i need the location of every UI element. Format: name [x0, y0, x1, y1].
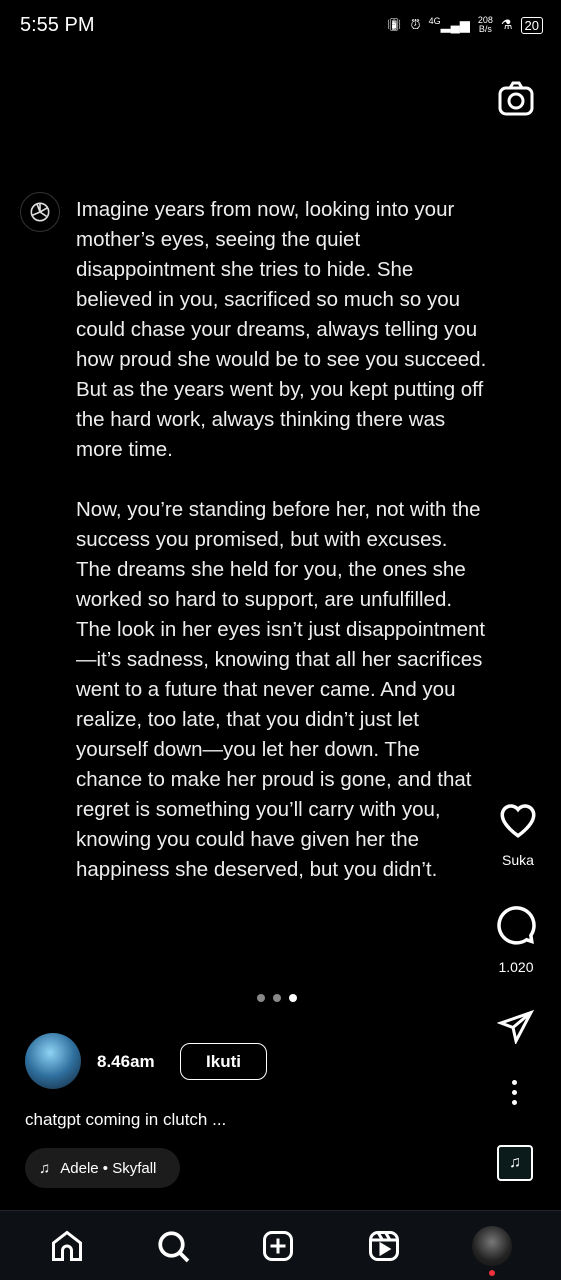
carousel-indicator	[257, 994, 297, 1002]
music-note-icon: ♫	[39, 1159, 51, 1177]
comment-count: 1.020	[498, 959, 534, 975]
more-options-icon[interactable]	[512, 1080, 518, 1105]
profile-avatar[interactable]	[472, 1225, 513, 1276]
audio-thumbnail-icon[interactable]: ♫	[497, 1145, 533, 1181]
text-line: went to a future that never came. And yo…	[76, 678, 456, 701]
text-line: chance to make her proud is gone, and th…	[76, 768, 472, 791]
paragraph-1: Imagine years from now, looking into you…	[76, 195, 546, 465]
text-line: knowing you could have given her the	[76, 828, 420, 851]
text-line: how proud she would be to see you succee…	[76, 348, 487, 371]
paragraph-2: Now, you’re standing before her, not wit…	[76, 495, 546, 885]
text-line: The look in her eyes isn’t just disappoi…	[76, 618, 486, 641]
like-button[interactable]: Suka	[497, 800, 539, 868]
text-line: could chase your dreams, always telling …	[76, 318, 478, 341]
bottom-nav	[0, 1210, 561, 1280]
text-line: disappointment she tries to hide. She	[76, 258, 414, 281]
alarm-icon: ⏰︎	[410, 17, 421, 32]
text-line: realize, too late, that you didn’t just …	[76, 708, 420, 731]
signal-icon: 4G▂▄▆	[428, 16, 470, 33]
text-line: The dreams she held for you, the ones sh…	[76, 558, 466, 581]
send-icon	[497, 1009, 535, 1044]
create-icon[interactable]	[260, 1228, 296, 1264]
share-button[interactable]	[497, 1008, 535, 1044]
follow-button[interactable]: Ikuti	[180, 1043, 267, 1080]
text-line: believed in you, sacrificed so much so y…	[76, 288, 461, 311]
text-line: success you promised, but with excuses.	[76, 528, 448, 551]
chatgpt-logo-icon	[20, 192, 60, 232]
post-text: Imagine years from now, looking into you…	[76, 195, 546, 915]
music-pill[interactable]: ♫ Adele • Skyfall	[25, 1148, 181, 1188]
comment-icon	[497, 906, 536, 945]
text-line: regret is something you’ll carry with yo…	[76, 798, 441, 821]
text-line: Imagine years from now, looking into you…	[76, 198, 455, 221]
text-line: yourself down—you let her down. The	[76, 738, 420, 761]
comment-button[interactable]: 1.020	[495, 903, 537, 975]
battery-icon: 20	[520, 16, 543, 34]
music-label: Adele • Skyfall	[60, 1159, 157, 1177]
like-label: Suka	[502, 852, 534, 868]
text-line: the hard work, always thinking there was	[76, 408, 446, 431]
caption[interactable]: chatgpt coming in clutch ...	[25, 1110, 226, 1130]
author-username[interactable]: 8.46am	[97, 1052, 155, 1072]
status-icons: 📳︎ ⏰︎ 4G▂▄▆ 208 B/s ⚗︎ 20	[386, 16, 543, 34]
text-line: happiness she deserved, but you didn’t.	[76, 858, 438, 881]
heart-icon	[500, 804, 536, 838]
vibrate-icon: 📳︎	[385, 17, 403, 32]
text-line: more time.	[76, 438, 173, 461]
flask-icon: ⚗︎	[500, 17, 513, 32]
camera-icon[interactable]	[497, 80, 535, 118]
text-line: mother’s eyes, seeing the quiet	[76, 228, 361, 251]
reels-icon[interactable]	[366, 1228, 402, 1264]
text-line: But as the years went by, you kept putti…	[76, 378, 484, 401]
text-line: worked so hard to support, are unfulfill…	[76, 588, 453, 611]
author-avatar[interactable]	[25, 1033, 81, 1089]
home-icon[interactable]	[49, 1228, 85, 1264]
status-time: 5:55 PM	[20, 14, 95, 36]
search-icon[interactable]	[155, 1228, 191, 1264]
text-line: Now, you’re standing before her, not wit…	[76, 498, 481, 521]
text-line: —it’s sadness, knowing that all her sacr…	[76, 648, 483, 671]
